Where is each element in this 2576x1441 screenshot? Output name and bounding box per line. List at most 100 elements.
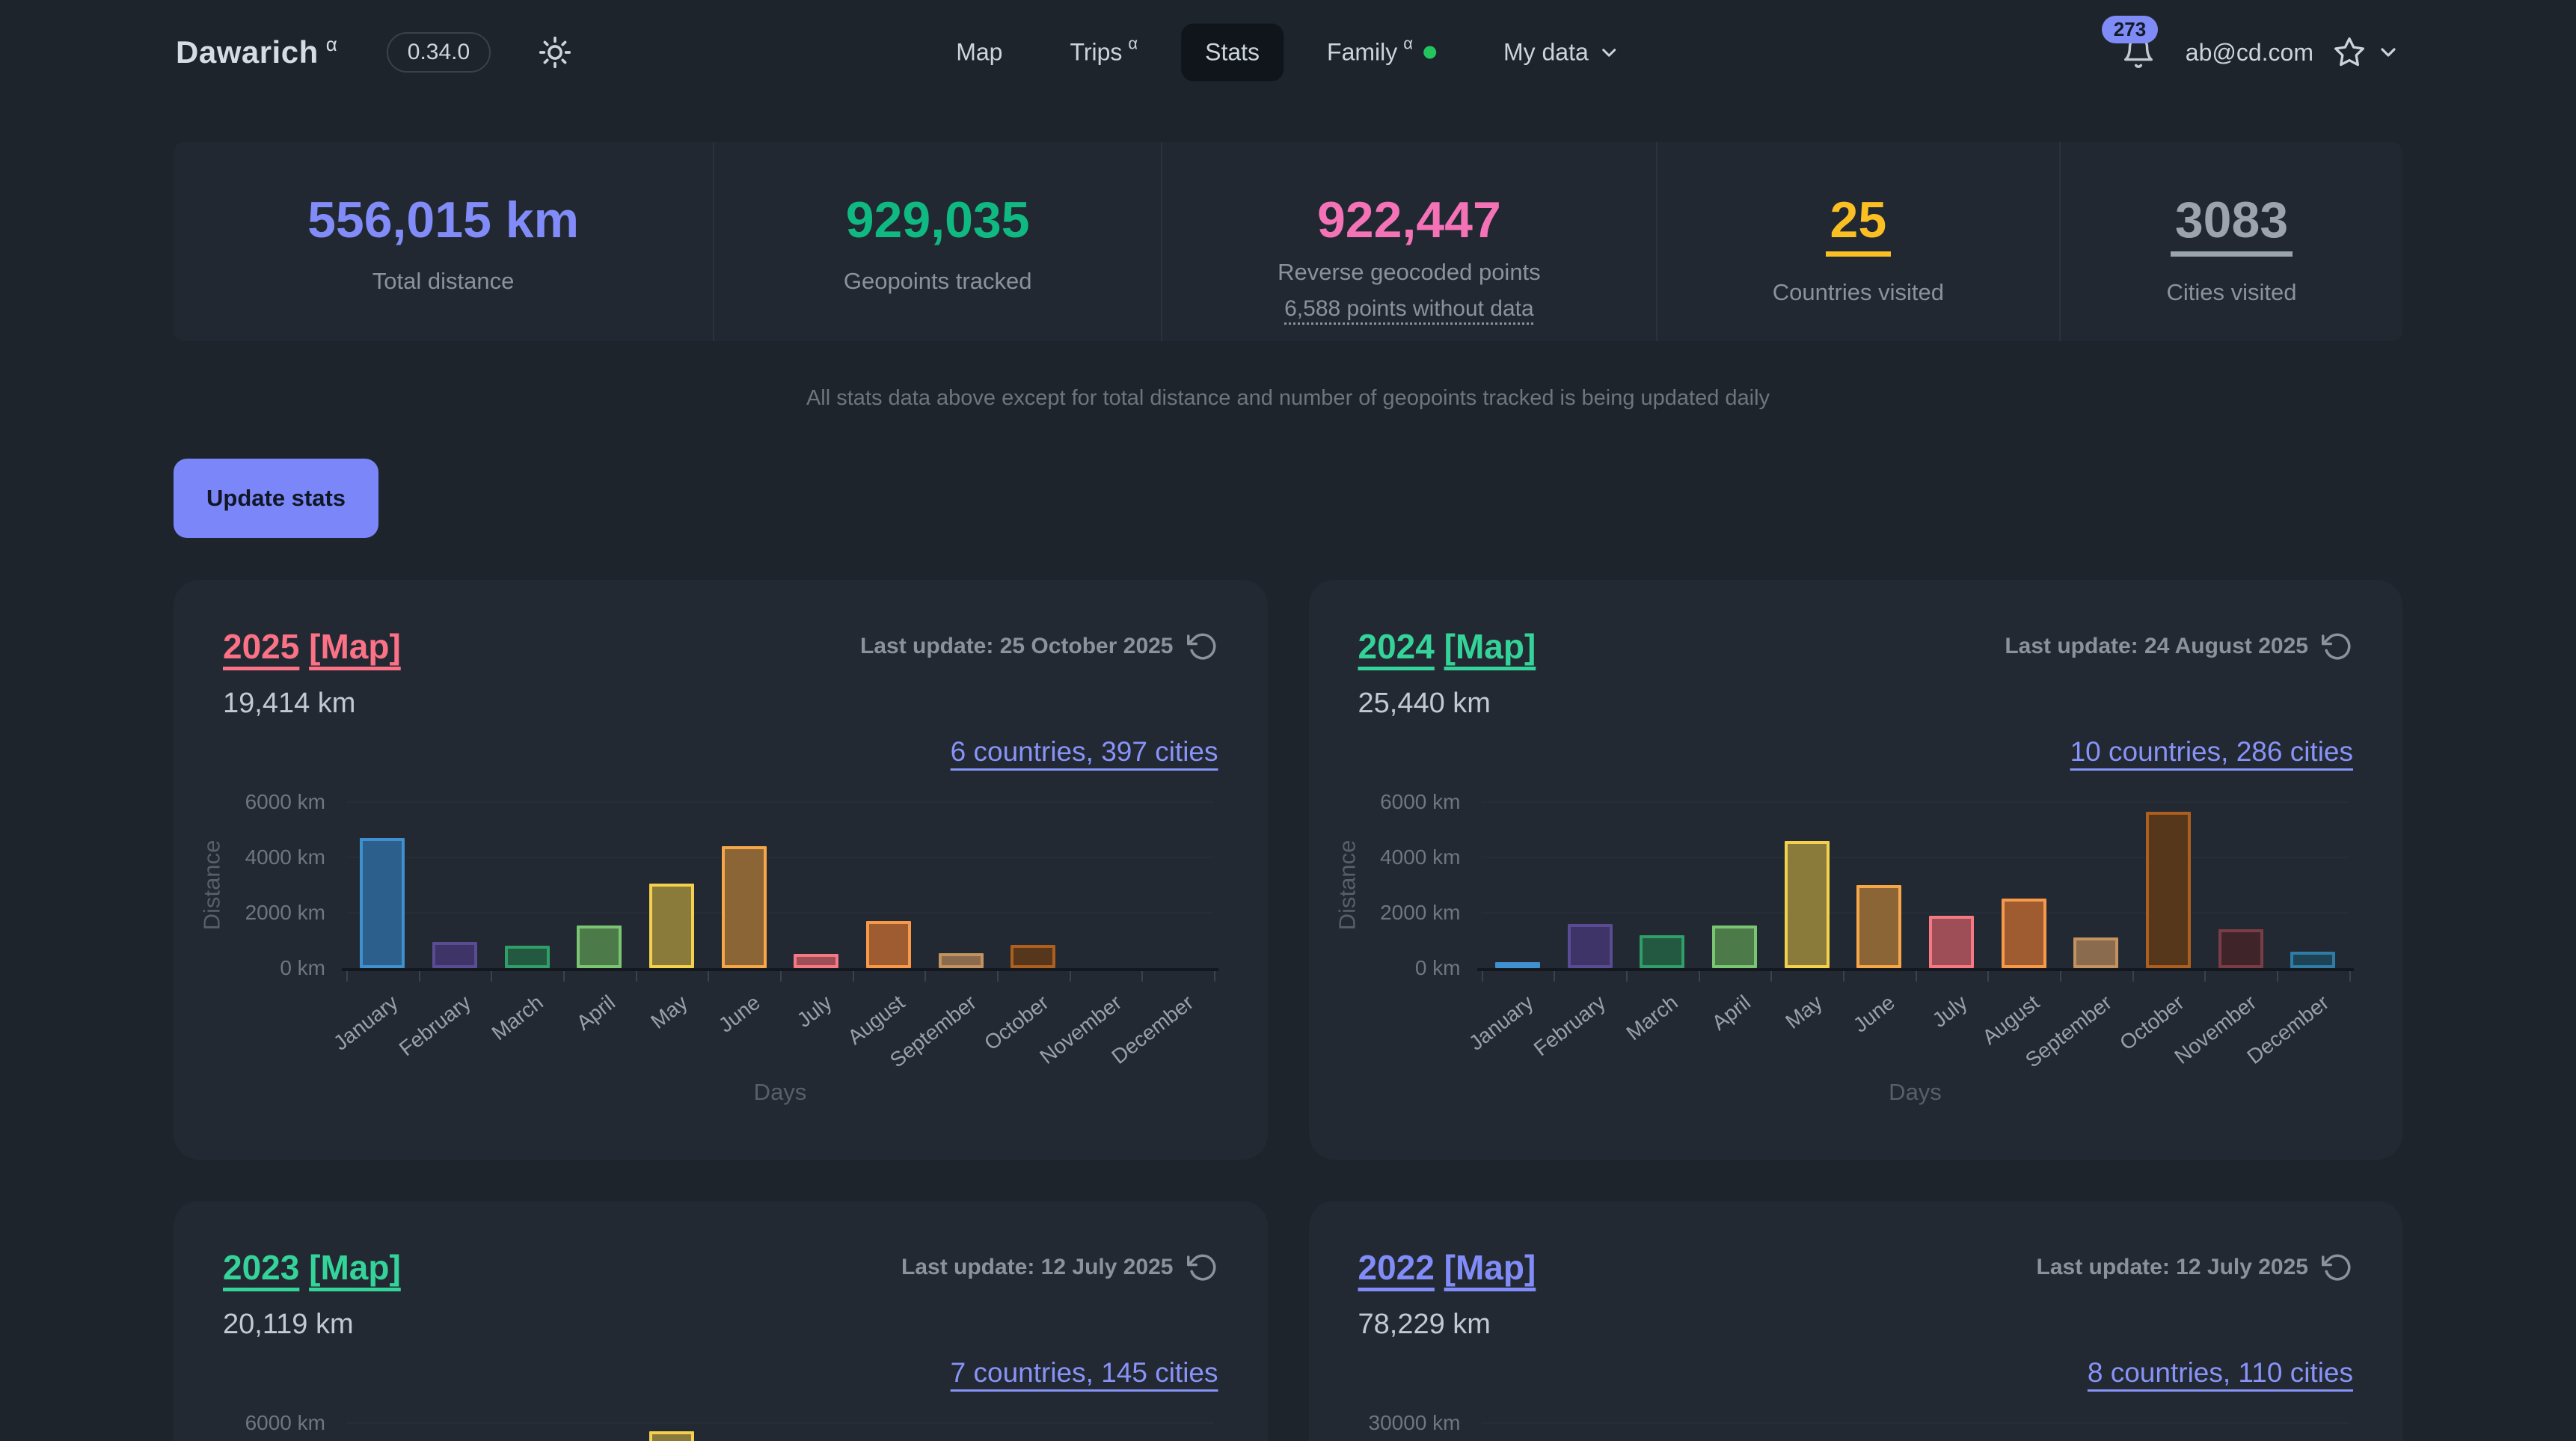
nav-item-label: Map	[956, 39, 1002, 67]
gridline	[1482, 857, 2349, 858]
refresh-icon[interactable]	[2322, 1252, 2353, 1283]
y-axis-tick-label: 4000 km	[228, 845, 325, 869]
notifications-bell-icon[interactable]: 273	[2121, 35, 2156, 70]
x-axis-month-label: February	[394, 991, 475, 1061]
points-without-data-link[interactable]: 6,588 points without data	[1284, 296, 1534, 322]
refresh-icon[interactable]	[1187, 1252, 1218, 1283]
x-axis-tick	[1843, 971, 1844, 982]
x-axis-title: Days	[754, 1079, 807, 1106]
stat-value: 922,447	[1317, 195, 1501, 245]
stat-cell-cities-visited: 3083Cities visited	[2059, 142, 2402, 341]
map-link[interactable]: [Map]	[1444, 627, 1536, 666]
x-axis-month-label: December	[2242, 991, 2333, 1069]
refresh-icon[interactable]	[1187, 631, 1218, 662]
x-axis-month-label: April	[1707, 991, 1755, 1035]
main-nav: Map Tripsα Stats Familyα My data	[932, 24, 1644, 82]
year-card-2023: 2023 [Map] Last update: 12 July 2025 20,11…	[174, 1201, 1268, 1441]
y-axis-tick-label: 6000 km	[228, 790, 325, 814]
app-title: Dawarich	[176, 34, 319, 70]
card-header: 2022 [Map] Last update: 12 July 2025	[1358, 1247, 2354, 1288]
countries-cities-link[interactable]: 10 countries, 286 cities	[2070, 736, 2353, 767]
year-card-2024: 2024 [Map]Last update: 24 August 202525,…	[1309, 580, 2403, 1160]
stats-summary-panel: 556,015 kmTotal distance929,035Geopoints…	[174, 142, 2402, 341]
bar-september	[2073, 937, 2118, 968]
refresh-icon[interactable]	[2322, 631, 2353, 662]
bar-june	[722, 846, 767, 968]
year-distance: 20,119 km	[223, 1309, 1218, 1341]
bar-october	[1011, 945, 1055, 968]
gridline	[346, 1422, 1214, 1424]
nav-item-my-data[interactable]: My data	[1479, 24, 1644, 82]
x-axis-tick	[2060, 971, 2061, 982]
y-axis-tick-label: 6000 km	[228, 1411, 325, 1435]
bar-august	[866, 921, 911, 968]
nav-item-map[interactable]: Map	[932, 24, 1026, 82]
bar-july	[1929, 916, 1974, 968]
x-axis-tick	[1554, 971, 1555, 982]
y-axis-tick-label: 6000 km	[1364, 790, 1461, 814]
last-update: Last update: 12 July 2025	[901, 1252, 1218, 1283]
countries-cities-link[interactable]: 6 countries, 397 cities	[951, 736, 1218, 767]
x-axis-tick	[1916, 971, 1917, 982]
bar-april	[577, 926, 622, 968]
nav-item-trips[interactable]: Tripsα	[1046, 24, 1162, 82]
card-title: 2024 [Map]	[1358, 626, 1536, 667]
last-update: Last update: 12 July 2025	[2037, 1252, 2354, 1283]
bar-october	[2146, 812, 2191, 968]
x-axis-month-label: August	[843, 991, 909, 1050]
y-axis-title: Distance	[1334, 840, 1361, 931]
user-email[interactable]: ab@cd.com	[2186, 39, 2313, 67]
last-update-text: Last update: 12 July 2025	[2037, 1255, 2309, 1280]
nav-item-family[interactable]: Familyα	[1303, 24, 1460, 82]
family-online-dot	[1423, 46, 1436, 59]
countries-cities-link[interactable]: 8 countries, 110 cities	[2088, 1357, 2353, 1388]
theme-toggle-sun-icon[interactable]	[539, 36, 571, 69]
y-axis-title: Distance	[198, 840, 225, 931]
x-axis-month-label: March	[487, 991, 548, 1045]
y-axis-tick-label: 30000 km	[1364, 1411, 1461, 1435]
card-title: 2023 [Map]	[223, 1247, 401, 1288]
x-axis-tick	[2277, 971, 2278, 982]
bar-june	[1856, 885, 1901, 968]
last-update-text: Last update: 12 July 2025	[901, 1255, 1174, 1280]
x-axis-month-label: January	[1465, 991, 1538, 1056]
year-link[interactable]: 2022	[1358, 1248, 1435, 1287]
bar-january	[360, 838, 405, 968]
gridline	[1482, 1422, 2349, 1424]
stat-label: Countries visited	[1657, 279, 2059, 306]
map-link[interactable]: [Map]	[309, 627, 401, 666]
year-link[interactable]: 2024	[1358, 627, 1435, 666]
map-link[interactable]: [Map]	[309, 1248, 401, 1287]
app-logo[interactable]: Dawarich α	[176, 34, 337, 70]
stat-label: Cities visited	[2061, 279, 2402, 306]
alpha-badge: α	[326, 33, 337, 56]
star-icon[interactable]	[2333, 36, 2366, 69]
year-distance: 19,414 km	[223, 688, 1218, 720]
y-axis-tick-label: 4000 km	[1364, 845, 1461, 869]
y-axis-tick-label: 0 km	[228, 956, 325, 980]
countries-cities-link[interactable]: 7 countries, 145 cities	[951, 1357, 1218, 1388]
stat-cell-geopoints-tracked: 929,035Geopoints tracked	[713, 142, 1161, 341]
year-link[interactable]: 2023	[223, 1248, 299, 1287]
bar-may	[1785, 841, 1830, 968]
x-axis-month-label: March	[1622, 991, 1683, 1045]
distance-bar-chart: 0 km2000 km4000 km6000 kmJanuaryFebruary…	[223, 1399, 1218, 1441]
x-axis-title: Days	[1889, 1079, 1942, 1106]
last-update-text: Last update: 24 August 2025	[2005, 634, 2308, 659]
x-axis-month-label: May	[1782, 991, 1827, 1034]
x-axis-tick	[1070, 971, 1071, 982]
chevron-down-icon	[1598, 41, 1620, 64]
user-menu-chevron-down-icon[interactable]	[2376, 40, 2400, 64]
card-title: 2025 [Map]	[223, 626, 401, 667]
nav-item-label: Stats	[1205, 39, 1260, 67]
nav-item-stats[interactable]: Stats	[1181, 24, 1284, 82]
year-link[interactable]: 2025	[223, 627, 299, 666]
update-stats-button[interactable]: Update stats	[174, 459, 378, 538]
bar-march	[505, 946, 550, 968]
x-axis-month-label: January	[330, 991, 403, 1056]
card-header: 2023 [Map] Last update: 12 July 2025	[223, 1247, 1218, 1288]
gridline	[346, 857, 1214, 858]
last-update: Last update: 24 August 2025	[2005, 631, 2353, 662]
x-axis-tick	[708, 971, 709, 982]
map-link[interactable]: [Map]	[1444, 1248, 1536, 1287]
